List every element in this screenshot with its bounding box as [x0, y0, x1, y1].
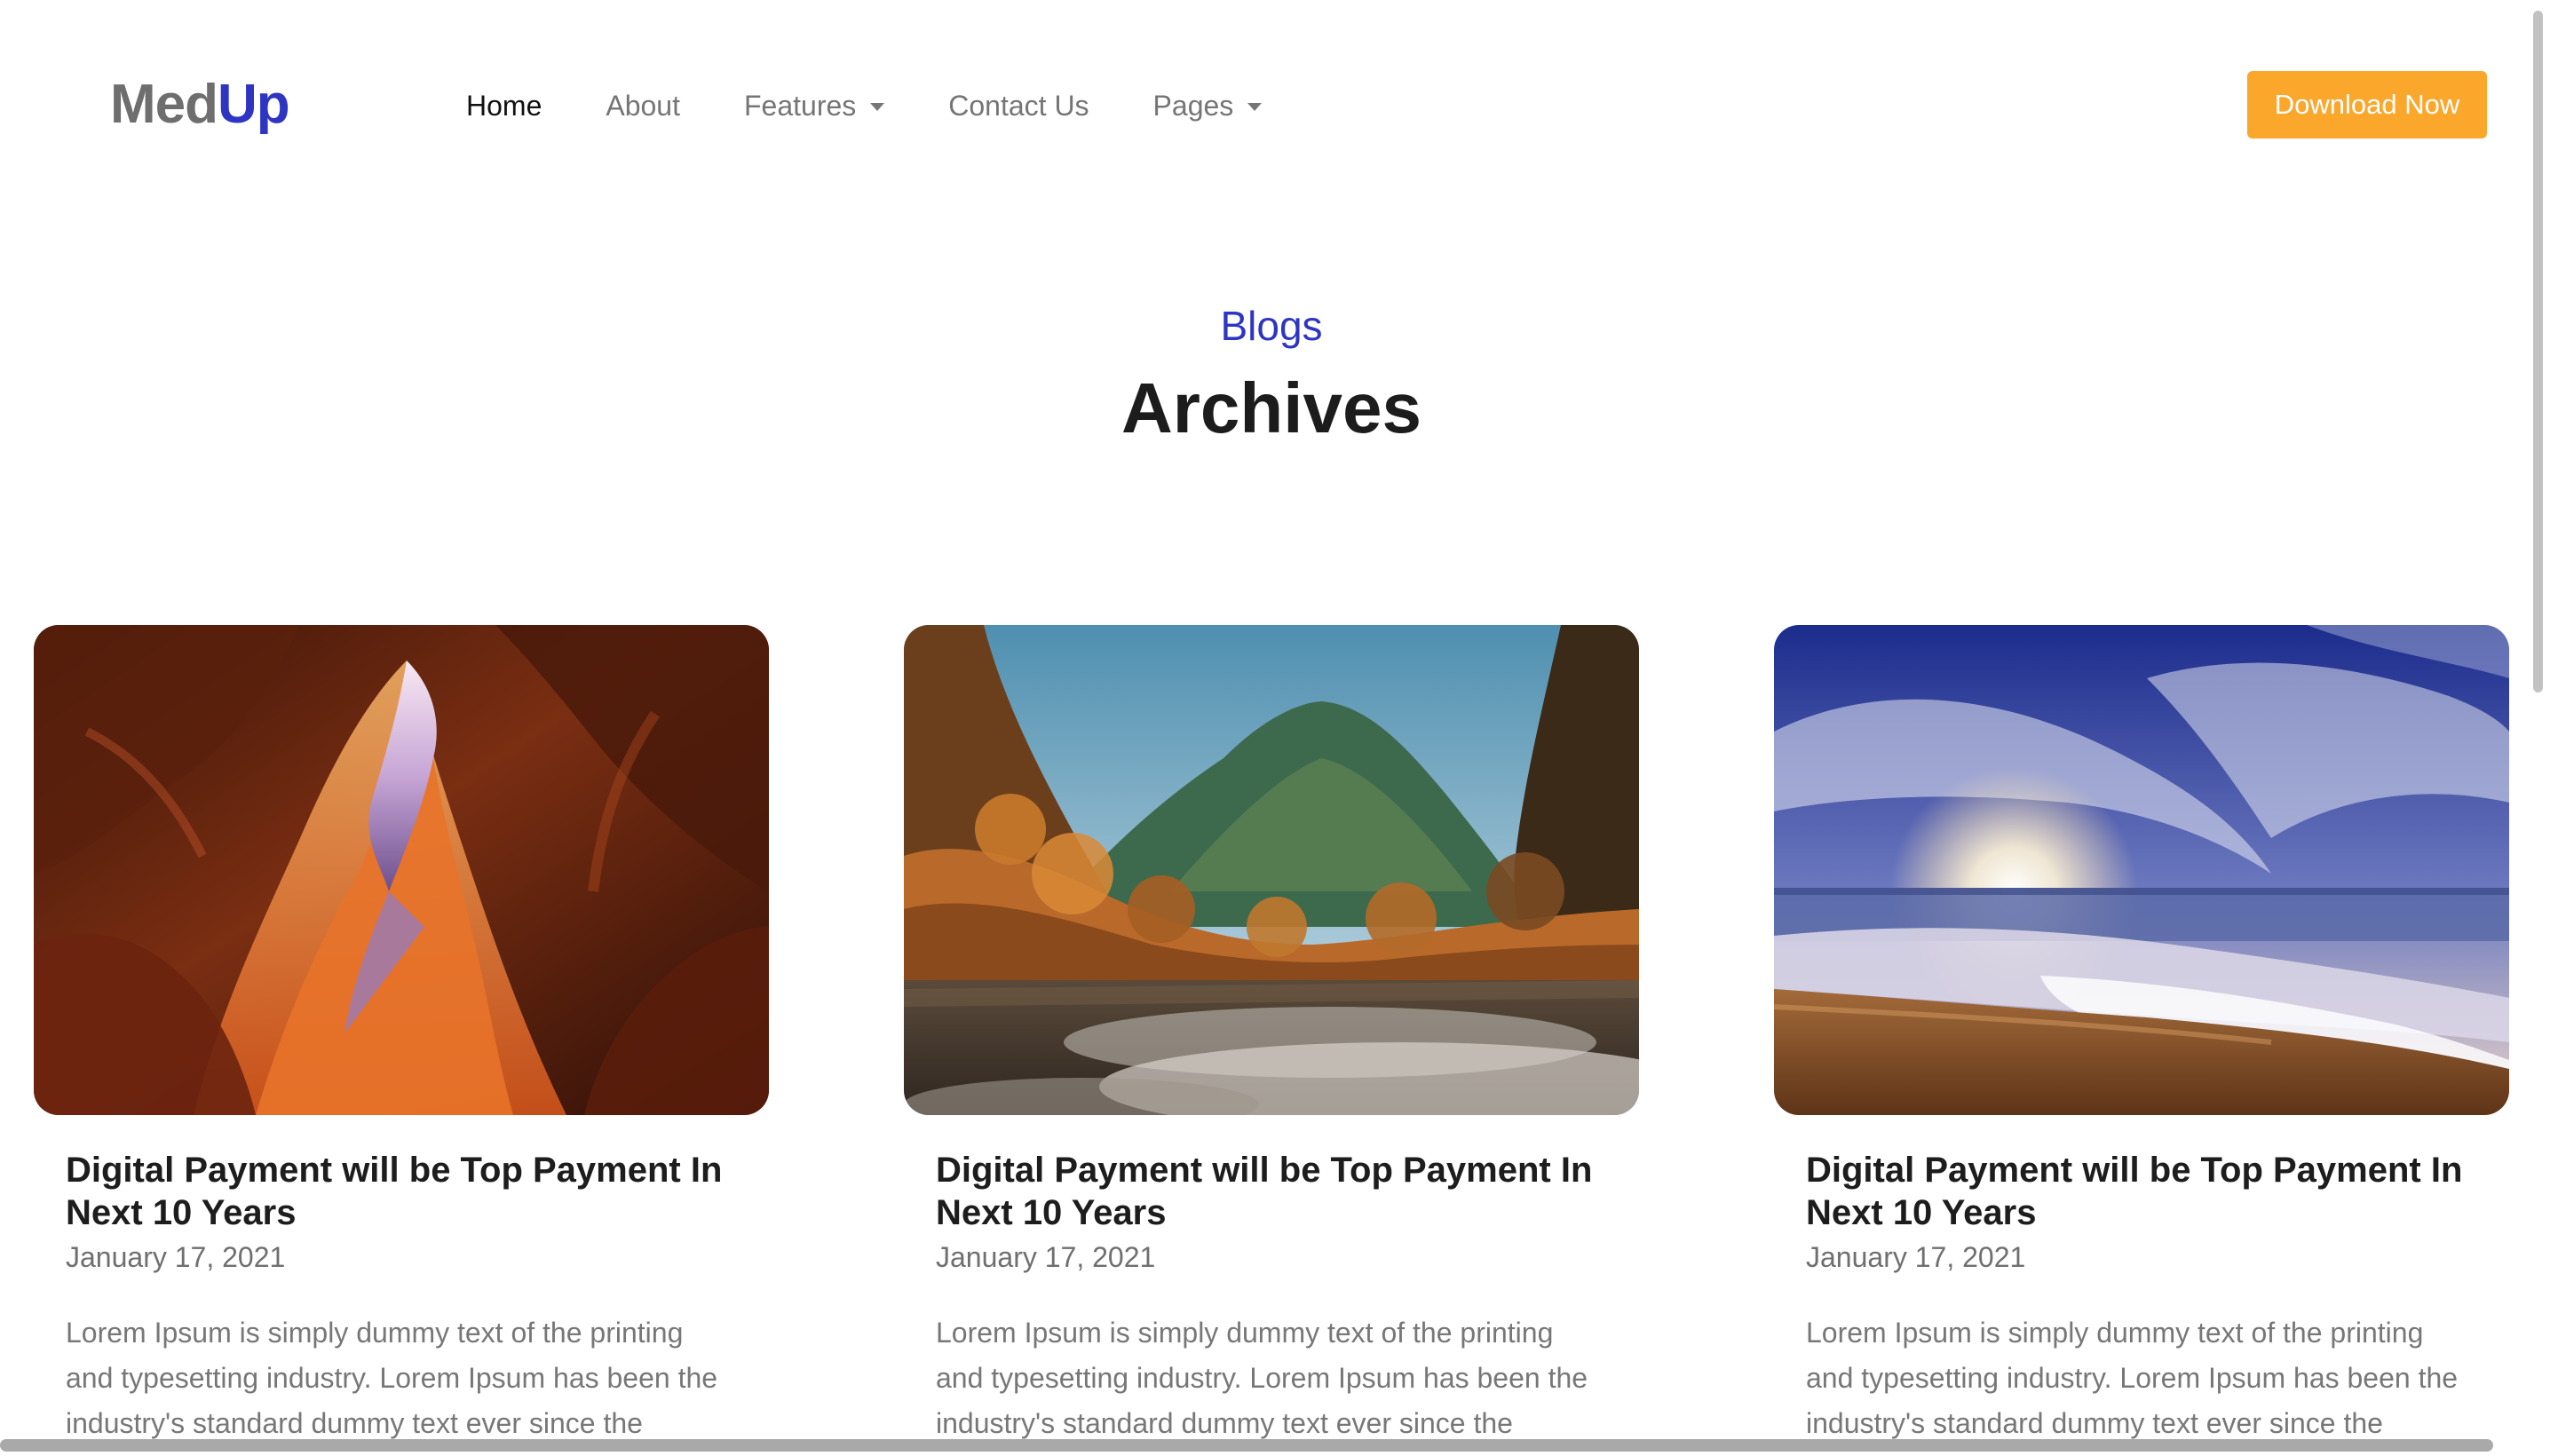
- page-title: Archives: [1121, 368, 1422, 447]
- nav-item-label: Contact Us: [948, 90, 1089, 122]
- post-date: January 17, 2021: [1806, 1241, 2026, 1273]
- post-excerpt: Lorem Ipsum is simply dummy text of the …: [936, 1317, 1588, 1439]
- nav-item-label: Features: [743, 90, 857, 122]
- nav-item-features[interactable]: Features: [743, 85, 885, 126]
- section-eyebrow: Blogs: [1220, 303, 1323, 349]
- card-body: Digital Payment will be Top Payment In N…: [1774, 1149, 2509, 1446]
- caret-down-icon: [1247, 102, 1263, 111]
- main-nav: Home About Features Contact Us Pages: [466, 85, 1326, 126]
- post-title[interactable]: Digital Payment will be Top Payment In N…: [936, 1149, 1607, 1234]
- blog-card: Digital Payment will be Top Payment In N…: [34, 625, 769, 1446]
- card-body: Digital Payment will be Top Payment In N…: [34, 1149, 769, 1446]
- site-header: MedUp Home About Features Contact Us Pag…: [0, 0, 2550, 210]
- logo-text-med: Med: [110, 74, 218, 135]
- nav-item-about[interactable]: About: [606, 85, 680, 126]
- post-excerpt: Lorem Ipsum is simply dummy text of the …: [1806, 1317, 2459, 1439]
- post-date: January 17, 2021: [936, 1241, 1156, 1273]
- download-now-button[interactable]: Download Now: [2247, 71, 2487, 138]
- card-body: Digital Payment will be Top Payment In N…: [904, 1149, 1639, 1446]
- nav-item-label: Pages: [1152, 90, 1234, 122]
- beach-sunset-photo[interactable]: [1774, 625, 2509, 1115]
- site-logo[interactable]: MedUp: [110, 71, 290, 138]
- blog-card: Digital Payment will be Top Payment In N…: [904, 625, 1639, 1446]
- nav-item-contact-us[interactable]: Contact Us: [948, 85, 1089, 126]
- caret-down-icon: [870, 102, 885, 111]
- post-date: January 17, 2021: [66, 1241, 286, 1273]
- vertical-scrollbar[interactable]: [2533, 11, 2543, 692]
- post-title[interactable]: Digital Payment will be Top Payment In N…: [66, 1149, 737, 1234]
- canyon-photo[interactable]: [34, 625, 769, 1115]
- nav-item-home[interactable]: Home: [466, 85, 542, 126]
- nav-item-label: About: [606, 90, 680, 122]
- post-title[interactable]: Digital Payment will be Top Payment In N…: [1806, 1149, 2477, 1234]
- post-excerpt: Lorem Ipsum is simply dummy text of the …: [66, 1317, 718, 1439]
- nav-item-label: Home: [466, 90, 542, 122]
- blog-card: Digital Payment will be Top Payment In N…: [1774, 625, 2509, 1446]
- autumn-mountain-river-photo[interactable]: [904, 625, 1639, 1115]
- logo-text-up: Up: [218, 74, 290, 135]
- horizontal-scrollbar[interactable]: [0, 1439, 2493, 1452]
- nav-item-pages[interactable]: Pages: [1153, 85, 1263, 126]
